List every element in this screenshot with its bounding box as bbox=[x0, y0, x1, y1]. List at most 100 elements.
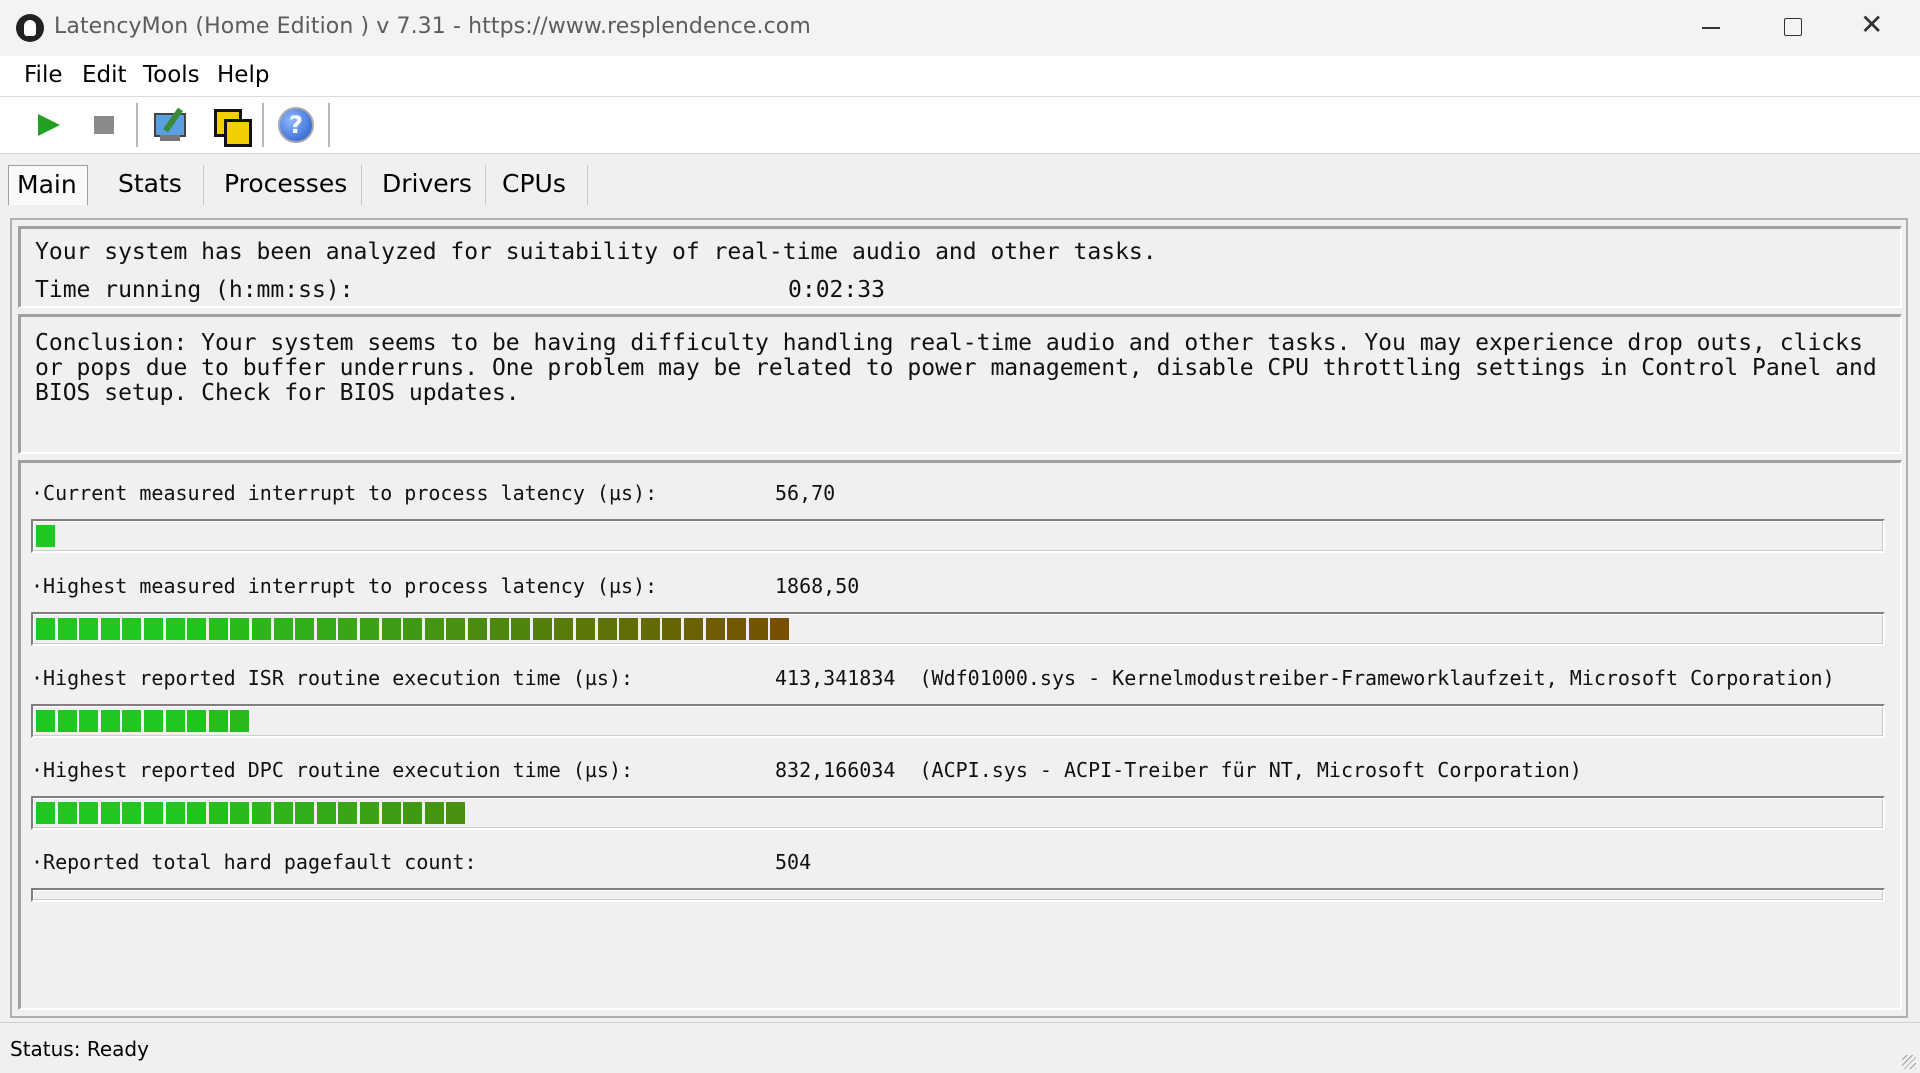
dpc-driver-detail: (ACPI.sys - ACPI-Treiber für NT, Microso… bbox=[919, 758, 1582, 782]
metrics-panel: ·Current measured interrupt to process l… bbox=[18, 460, 1902, 1010]
metric-label-dpc-time: ·Highest reported DPC routine execution … bbox=[31, 758, 634, 782]
metric-label-pagefault-count: ·Reported total hard pagefault count: bbox=[31, 850, 477, 874]
metric-value-pagefault-count: 504 bbox=[775, 850, 812, 874]
meter-segment bbox=[684, 618, 703, 640]
meter-segment bbox=[100, 618, 120, 640]
meter-segment bbox=[748, 618, 768, 640]
meter-segment bbox=[576, 618, 595, 640]
status-bar: Status: Ready bbox=[0, 1022, 1920, 1073]
play-icon bbox=[38, 114, 60, 136]
help-icon: ? bbox=[278, 107, 314, 143]
dpc-value: 832,166034 bbox=[775, 758, 896, 782]
meter-segment bbox=[144, 618, 163, 640]
tab-main[interactable]: Main bbox=[8, 165, 88, 205]
meter-segment bbox=[165, 618, 185, 640]
meter-segment bbox=[208, 618, 228, 640]
meter-segment bbox=[36, 710, 55, 732]
meter-segment bbox=[165, 710, 185, 732]
menu-help[interactable]: Help bbox=[217, 62, 269, 88]
meter-segment bbox=[187, 802, 207, 824]
meter-segment bbox=[316, 618, 336, 640]
meter-isr-time bbox=[31, 704, 1885, 738]
meter-highest-latency bbox=[31, 612, 1885, 646]
meter-segment bbox=[122, 710, 142, 732]
meter-segment bbox=[273, 802, 293, 824]
meter-segment bbox=[79, 802, 99, 824]
meter-segment bbox=[727, 618, 747, 640]
meter-segment bbox=[230, 618, 250, 640]
metric-value-isr-time: 413,341834 (Wdf01000.sys - Kernelmodustr… bbox=[775, 666, 1835, 690]
main-panel: Your system has been analyzed for suitab… bbox=[10, 218, 1908, 1018]
toolbar-separator bbox=[262, 103, 265, 147]
meter-segment bbox=[36, 618, 55, 640]
meter-segment bbox=[273, 618, 293, 640]
meter-segment bbox=[187, 710, 207, 732]
meter-segment bbox=[252, 618, 271, 640]
meter-segment bbox=[79, 618, 99, 640]
conclusion-panel: Conclusion: Your system seems to be havi… bbox=[18, 314, 1902, 454]
meter-segment bbox=[640, 618, 660, 640]
conclusion-text: Conclusion: Your system seems to be havi… bbox=[35, 330, 1877, 406]
menu-tools[interactable]: Tools bbox=[143, 62, 200, 88]
meter-segment bbox=[165, 802, 185, 824]
meter-segment bbox=[36, 802, 55, 824]
time-running-value: 0:02:33 bbox=[788, 277, 885, 303]
meter-segment bbox=[360, 618, 379, 640]
status-text: Status: Ready bbox=[10, 1037, 149, 1061]
process-tool-button[interactable] bbox=[150, 105, 190, 145]
analysis-line: Your system has been analyzed for suitab… bbox=[35, 239, 1157, 265]
meter-segment bbox=[316, 802, 336, 824]
meter-segment bbox=[705, 618, 725, 640]
resize-grip-icon[interactable] bbox=[1902, 1055, 1916, 1069]
meter-segment bbox=[489, 618, 509, 640]
minimize-icon bbox=[1702, 27, 1720, 29]
meter-segment bbox=[100, 802, 120, 824]
meter-segment bbox=[338, 618, 358, 640]
tab-drivers[interactable]: Drivers bbox=[374, 165, 486, 205]
stop-button[interactable] bbox=[84, 105, 124, 145]
maximize-button[interactable] bbox=[1752, 0, 1834, 56]
meter-segment bbox=[446, 802, 466, 824]
isr-driver-detail: (Wdf01000.sys - Kernelmodustreiber-Frame… bbox=[919, 666, 1835, 690]
meter-segment bbox=[403, 802, 423, 824]
meter-segment bbox=[252, 802, 271, 824]
meter-segment bbox=[381, 618, 401, 640]
close-button[interactable]: ✕ bbox=[1834, 0, 1916, 56]
meter-segment bbox=[532, 618, 552, 640]
meter-segment bbox=[619, 618, 639, 640]
toolbar-separator bbox=[328, 103, 331, 147]
tab-cpus[interactable]: CPUs bbox=[494, 165, 588, 205]
meter-segment bbox=[360, 802, 379, 824]
meter-segment bbox=[208, 710, 228, 732]
meter-current-latency bbox=[31, 519, 1885, 553]
start-button[interactable] bbox=[28, 105, 68, 145]
metric-value-dpc-time: 832,166034 (ACPI.sys - ACPI-Treiber für … bbox=[775, 758, 1582, 782]
menu-file[interactable]: File bbox=[24, 62, 63, 88]
minimize-button[interactable] bbox=[1670, 0, 1752, 56]
menu-bar: File Edit Tools Help bbox=[0, 56, 1920, 97]
meter-segment bbox=[338, 802, 358, 824]
meter-segment bbox=[187, 618, 207, 640]
tab-processes[interactable]: Processes bbox=[216, 165, 362, 205]
meter-segment bbox=[424, 618, 444, 640]
meter-segment bbox=[424, 802, 444, 824]
metric-value-current-latency: 56,70 bbox=[775, 481, 836, 505]
meter-segment bbox=[468, 618, 487, 640]
meter-segment bbox=[122, 802, 142, 824]
meter-segment bbox=[381, 802, 401, 824]
copy-button[interactable] bbox=[210, 105, 252, 147]
meter-segment bbox=[230, 710, 250, 732]
metric-label-highest-latency: ·Highest measured interrupt to process l… bbox=[31, 574, 658, 598]
meter-segment bbox=[511, 618, 531, 640]
tab-stats[interactable]: Stats bbox=[110, 165, 204, 205]
toolbar: ? bbox=[0, 97, 1920, 154]
meter-segment bbox=[295, 618, 315, 640]
meter-segment bbox=[57, 710, 77, 732]
menu-edit[interactable]: Edit bbox=[82, 62, 127, 88]
meter-segment bbox=[144, 802, 163, 824]
meter-segment bbox=[144, 710, 163, 732]
meter-segment bbox=[403, 618, 423, 640]
help-button[interactable]: ? bbox=[276, 105, 316, 145]
meter-segment bbox=[230, 802, 250, 824]
window-title: LatencyMon (Home Edition ) v 7.31 - http… bbox=[54, 14, 811, 39]
